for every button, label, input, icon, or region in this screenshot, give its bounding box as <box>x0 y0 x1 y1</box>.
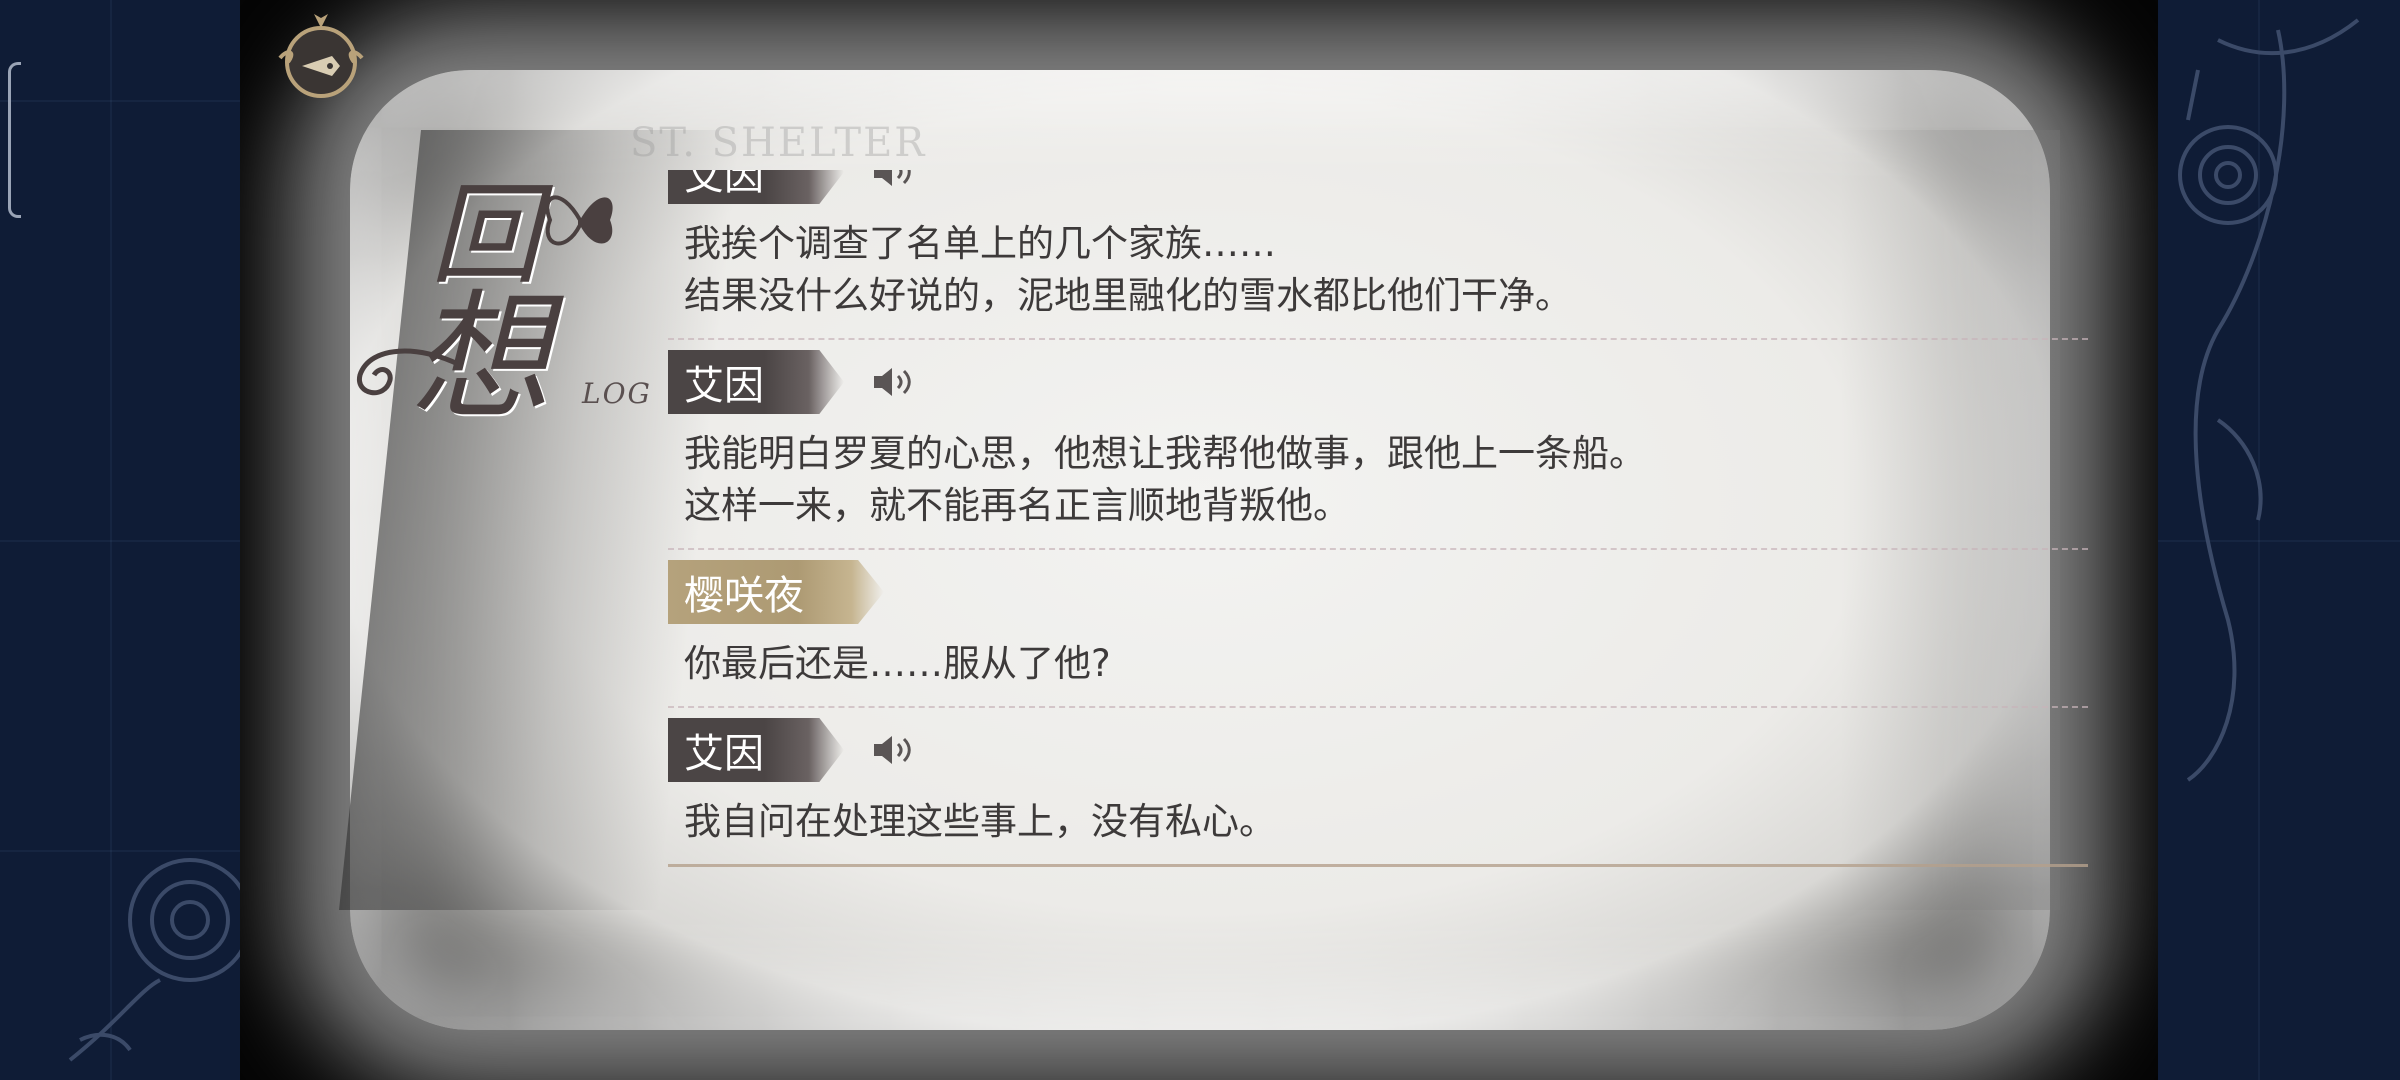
speaker-icon <box>874 170 911 186</box>
speaker-name-tag: 艾因 <box>668 350 844 414</box>
dialogue-line: 我能明白罗夏的心思，他想让我帮他做事，跟他上一条船。 <box>684 432 1646 475</box>
log-entry: 艾因 我挨个调查了名单上的几个家族…… 结果没什么好说的，泥地里融化的雪水都比他… <box>668 170 2088 340</box>
left-frame <box>0 0 252 1080</box>
log-entry: 樱咲夜 你最后还是……服从了他? <box>668 550 2088 708</box>
speaker-name-tag: 艾因 <box>668 718 844 782</box>
rose-vine-icon <box>2178 18 2360 782</box>
log-entry: 艾因 我自问在处理这些事上，没有私心。 <box>668 708 2088 867</box>
rose-ornament-icon <box>68 858 252 1062</box>
dialogue-line: 结果没什么好说的，泥地里融化的雪水都比他们干净。 <box>684 274 1572 317</box>
grid-line <box>0 100 240 102</box>
butterfly-icon <box>545 195 613 246</box>
log-title: 回 想 LOG <box>350 145 652 440</box>
swirl-ornament-icon <box>357 348 462 396</box>
voice-replay-button[interactable] <box>870 362 918 402</box>
left-edge-handle[interactable] <box>8 62 21 218</box>
dialogue-line: 这样一来，就不能再名正言顺地背叛他。 <box>684 484 1350 527</box>
dialogue-line: 你最后还是……服从了他? <box>684 642 1111 685</box>
voice-replay-button[interactable] <box>870 730 918 770</box>
speaker-icon <box>874 368 911 396</box>
dialogue-line: 我挨个调查了名单上的几个家族…… <box>684 222 1276 265</box>
voice-replay-button[interactable] <box>870 170 918 192</box>
grid-line <box>0 540 240 542</box>
dialogue-log-list[interactable]: 艾因 我挨个调查了名单上的几个家族…… 结果没什么好说的，泥地里融化的雪水都比他… <box>668 170 2088 890</box>
speaker-name-tag: 艾因 <box>668 170 844 204</box>
title-sub: LOG <box>582 377 652 410</box>
pen-nib-icon <box>278 14 364 98</box>
speaker-icon <box>874 736 911 764</box>
watermark-logo: ST. SHELTER <box>630 120 927 166</box>
menu-button[interactable] <box>274 8 368 102</box>
dialogue-line: 我自问在处理这些事上，没有私心。 <box>684 800 1276 843</box>
right-frame <box>2158 0 2400 1080</box>
speaker-name-tag: 樱咲夜 <box>668 560 884 624</box>
log-stage: ST. SHELTER 回 想 LOG 艾因 我挨个调查了名单上的几个家族…… … <box>240 0 2158 1080</box>
log-entry: 艾因 我能明白罗夏的心思，他想让我帮他做事，跟他上一条船。 这样一来，就不能再名… <box>668 340 2088 550</box>
